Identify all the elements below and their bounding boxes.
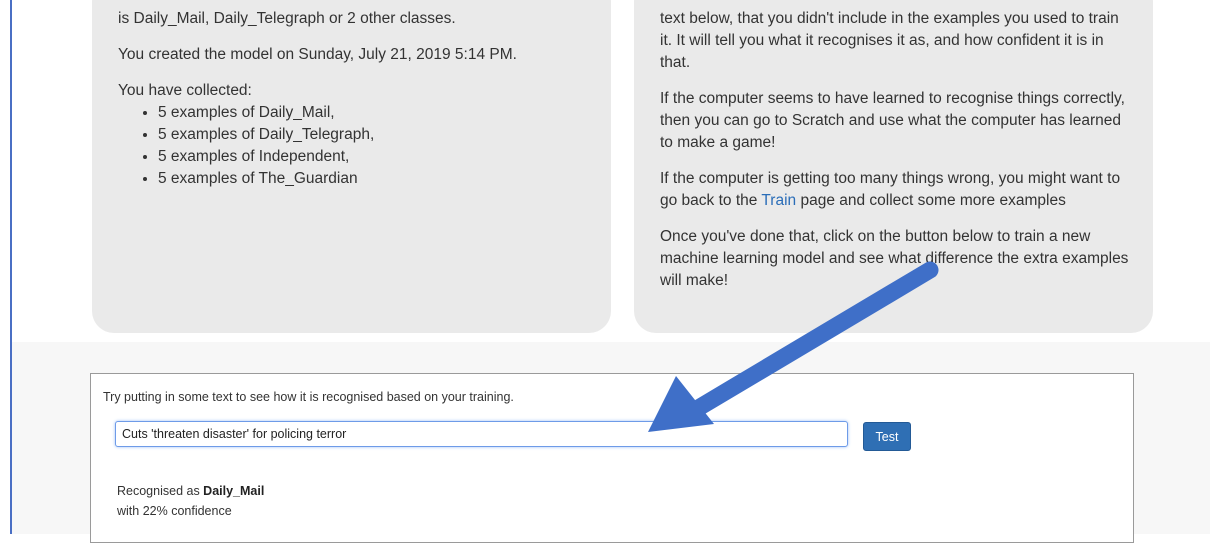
model-info-panel: is Daily_Mail, Daily_Telegraph or 2 othe… — [92, 0, 611, 333]
confidence-text: with 22% confidence — [117, 504, 232, 518]
list-item: 5 examples of Daily_Telegraph, — [158, 124, 587, 146]
instructions-text-1: text below, that you didn't include in t… — [660, 10, 1119, 71]
instructions-text-4: Once you've done that, click on the butt… — [660, 228, 1129, 289]
collected-label: You have collected: — [118, 82, 252, 99]
instructions-panel: text below, that you didn't include in t… — [634, 0, 1153, 333]
list-item: 5 examples of Independent, — [158, 146, 587, 168]
instructions-text-2: If the computer seems to have learned to… — [660, 90, 1125, 151]
test-button[interactable]: Test — [863, 422, 911, 451]
info-section: is Daily_Mail, Daily_Telegraph or 2 othe… — [12, 0, 1210, 342]
result-prefix: Recognised as — [117, 484, 204, 498]
created-date: You created the model on Sunday, July 21… — [118, 46, 517, 63]
list-item: 5 examples of Daily_Mail, — [158, 102, 587, 124]
instructions-text-3: If the computer is getting too many thin… — [660, 170, 1121, 209]
test-prompt: Try putting in some text to see how it i… — [103, 390, 514, 404]
test-text-input[interactable] — [115, 421, 848, 447]
examples-list: 5 examples of Daily_Mail, 5 examples of … — [118, 102, 587, 190]
result-label: Daily_Mail — [203, 484, 265, 498]
classes-summary: is Daily_Mail, Daily_Telegraph or 2 othe… — [118, 10, 456, 27]
recognition-result: Recognised as Daily_Mail with 22% confid… — [117, 481, 264, 521]
test-panel: Try putting in some text to see how it i… — [90, 373, 1134, 543]
list-item: 5 examples of The_Guardian — [158, 168, 587, 190]
train-link[interactable]: Train — [761, 192, 796, 209]
